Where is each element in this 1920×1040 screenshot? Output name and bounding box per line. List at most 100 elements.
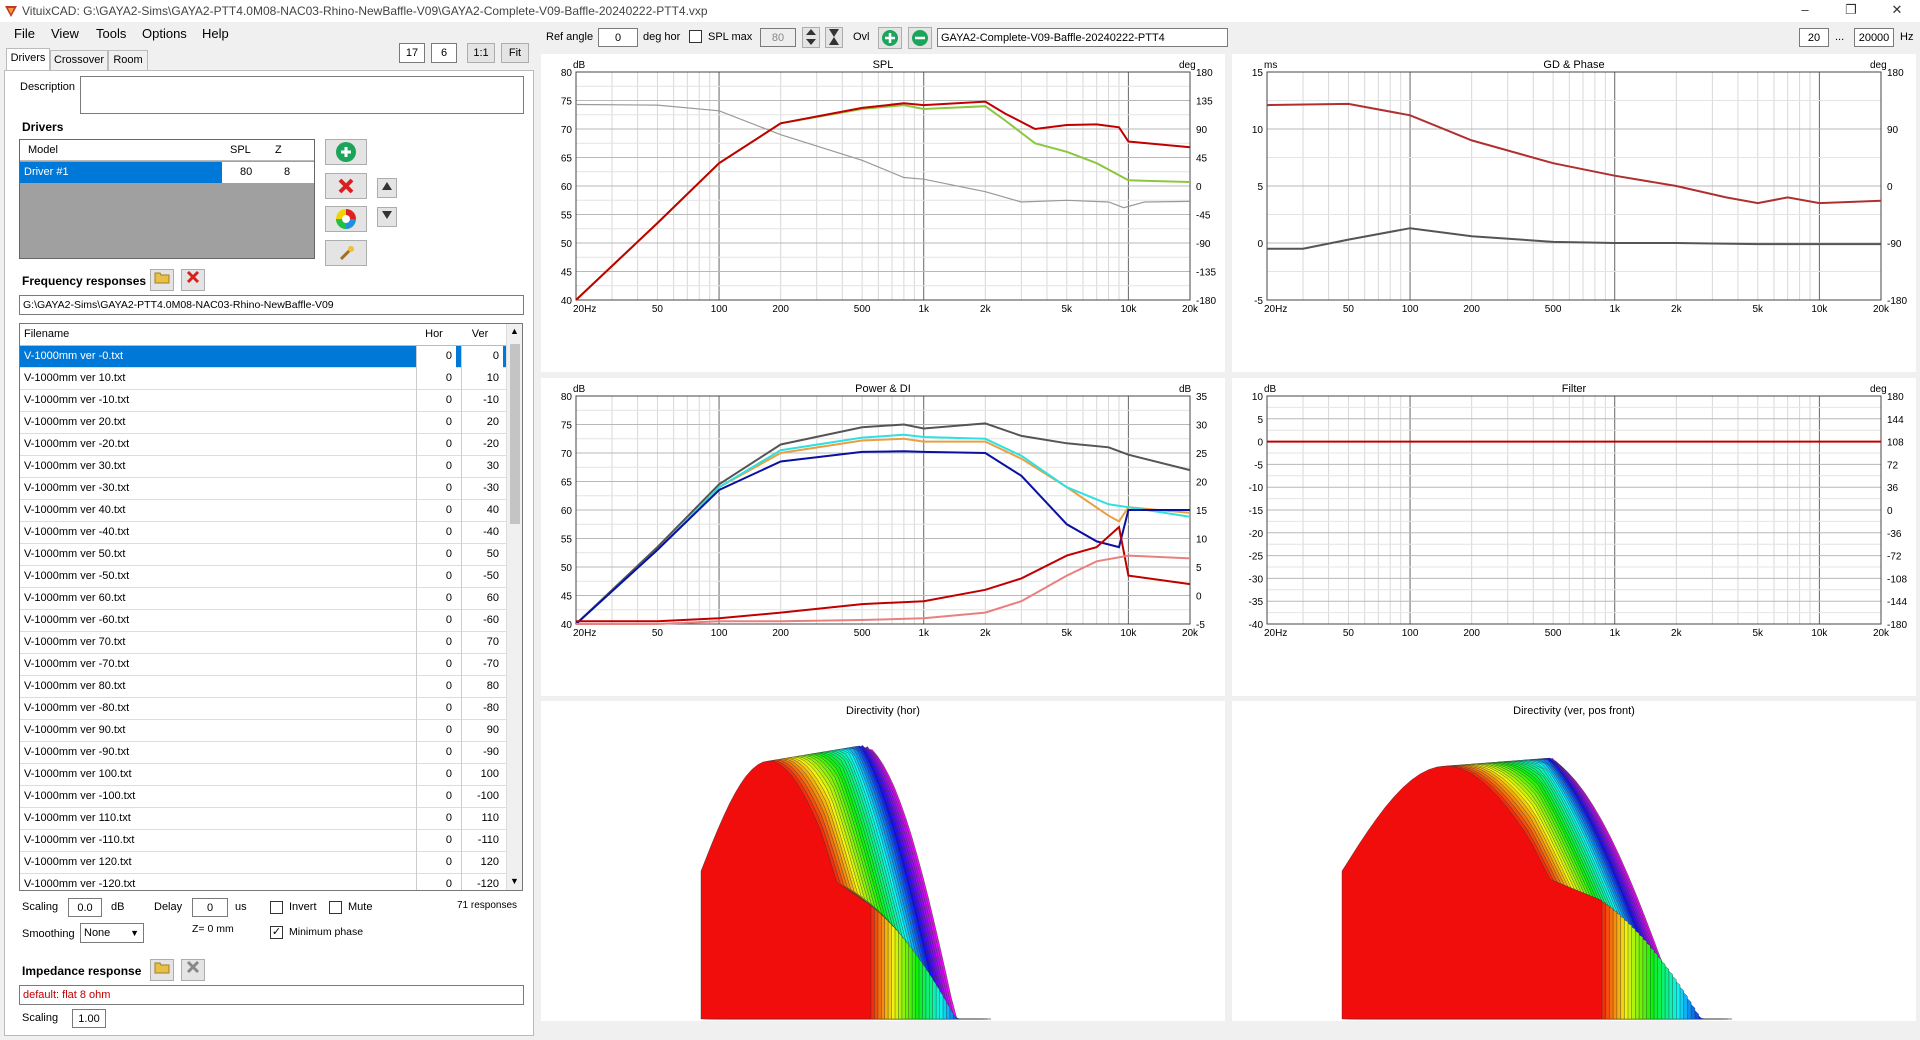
file-row[interactable]: V-1000mm ver 20.txt 0 20 [20, 412, 522, 434]
minimum-phase-checkbox[interactable]: ✓ [270, 926, 283, 939]
remove-impedance-button[interactable] [181, 959, 205, 981]
file-row[interactable]: V-1000mm ver 10.txt 0 10 [20, 368, 522, 390]
drivers-table[interactable]: Model SPL Z Driver #1 80 8 [19, 139, 315, 259]
file-row[interactable]: V-1000mm ver -50.txt 0 -50 [20, 566, 522, 588]
file-hor[interactable]: 0 [416, 346, 456, 368]
file-row[interactable]: V-1000mm ver -70.txt 0 -70 [20, 654, 522, 676]
file-hor[interactable]: 0 [416, 478, 456, 500]
file-hor[interactable]: 0 [416, 676, 456, 698]
scaling-input[interactable]: 0.0 [68, 898, 102, 917]
file-row[interactable]: V-1000mm ver 90.txt 0 90 [20, 720, 522, 742]
file-ver[interactable]: 40 [461, 500, 503, 522]
file-hor[interactable]: 0 [416, 632, 456, 654]
tab-drivers[interactable]: Drivers [6, 48, 50, 70]
tab-room[interactable]: Room [108, 50, 148, 70]
file-row[interactable]: V-1000mm ver 40.txt 0 40 [20, 500, 522, 522]
color-button[interactable] [325, 206, 367, 232]
tab-crossover[interactable]: Crossover [50, 50, 108, 70]
file-hor[interactable]: 0 [416, 566, 456, 588]
wand-button[interactable] [325, 240, 367, 266]
file-ver[interactable]: 10 [461, 368, 503, 390]
file-ver[interactable]: 80 [461, 676, 503, 698]
freq-files-table[interactable]: Filename Hor Ver V-1000mm ver -0.txt 0 0 V-… [19, 323, 523, 891]
file-hor[interactable]: 0 [416, 808, 456, 830]
file-ver[interactable]: 30 [461, 456, 503, 478]
file-ver[interactable]: -70 [461, 654, 503, 676]
file-hor[interactable]: 0 [416, 874, 456, 890]
files-scrollbar[interactable]: ▲ ▼ [506, 324, 522, 890]
impedance-scaling-input[interactable]: 1.00 [72, 1009, 106, 1028]
file-row[interactable]: V-1000mm ver 120.txt 0 120 [20, 852, 522, 874]
file-ver[interactable]: -30 [461, 478, 503, 500]
file-hor[interactable]: 0 [416, 764, 456, 786]
menu-help[interactable]: Help [202, 26, 229, 41]
driver-row[interactable]: Driver #1 80 8 [20, 162, 314, 183]
file-ver[interactable]: -80 [461, 698, 503, 720]
freq-min-input[interactable]: 20 [1799, 28, 1829, 47]
directivity-hor-plot[interactable] [541, 701, 1225, 1021]
ratio-button[interactable]: 1:1 [467, 43, 495, 63]
remove-freq-button[interactable] [181, 269, 205, 291]
spl-max-checkbox[interactable] [689, 30, 702, 43]
file-hor[interactable]: 0 [416, 390, 456, 412]
file-ver[interactable]: -50 [461, 566, 503, 588]
fit-button[interactable]: Fit [501, 43, 529, 63]
file-row[interactable]: V-1000mm ver 30.txt 0 30 [20, 456, 522, 478]
close-button[interactable]: ✕ [1874, 0, 1920, 22]
file-hor[interactable]: 0 [416, 610, 456, 632]
file-row[interactable]: V-1000mm ver -80.txt 0 -80 [20, 698, 522, 720]
file-ver[interactable]: 50 [461, 544, 503, 566]
file-row[interactable]: V-1000mm ver 70.txt 0 70 [20, 632, 522, 654]
file-row[interactable]: V-1000mm ver -120.txt 0 -120 [20, 874, 522, 890]
minimize-button[interactable]: – [1782, 0, 1828, 22]
file-hor[interactable]: 0 [416, 368, 456, 390]
add-driver-button[interactable] [325, 139, 367, 165]
file-row[interactable]: V-1000mm ver -60.txt 0 -60 [20, 610, 522, 632]
file-ver[interactable]: 90 [461, 720, 503, 742]
delay-input[interactable]: 0 [192, 898, 228, 917]
file-ver[interactable]: 120 [461, 852, 503, 874]
spl-max-input[interactable]: 80 [760, 28, 796, 47]
maximize-button[interactable]: ❐ [1828, 0, 1874, 22]
spl-stepper[interactable] [802, 27, 820, 48]
file-ver[interactable]: -60 [461, 610, 503, 632]
file-ver[interactable]: -120 [461, 874, 503, 890]
file-hor[interactable]: 0 [416, 434, 456, 456]
overlay-name-field[interactable]: GAYA2-Complete-V09-Baffle-20240222-PTT4 [937, 28, 1228, 47]
freq-path-field[interactable]: G:\GAYA2-Sims\GAYA2-PTT4.0M08-NAC03-Rhin… [19, 295, 524, 315]
file-hor[interactable]: 0 [416, 522, 456, 544]
ref-angle-input[interactable]: 0 [598, 28, 638, 47]
file-hor[interactable]: 0 [416, 742, 456, 764]
directivity-ver-plot[interactable] [1232, 701, 1916, 1021]
grid-b-input[interactable]: 6 [431, 43, 457, 63]
scroll-down-icon[interactable]: ▼ [510, 876, 519, 886]
file-ver[interactable]: 20 [461, 412, 503, 434]
file-row[interactable]: V-1000mm ver -40.txt 0 -40 [20, 522, 522, 544]
file-hor[interactable]: 0 [416, 412, 456, 434]
file-row[interactable]: V-1000mm ver -20.txt 0 -20 [20, 434, 522, 456]
file-row[interactable]: V-1000mm ver -90.txt 0 -90 [20, 742, 522, 764]
file-row[interactable]: V-1000mm ver 60.txt 0 60 [20, 588, 522, 610]
grid-a-input[interactable]: 17 [399, 43, 425, 63]
file-ver[interactable]: 100 [461, 764, 503, 786]
file-hor[interactable]: 0 [416, 544, 456, 566]
spl-chart[interactable]: SPL dB deg 80 75 70 65 60 55 50 45 40 180 135 90 45 0 -45… [541, 54, 1225, 372]
file-ver[interactable]: -40 [461, 522, 503, 544]
file-hor[interactable]: 0 [416, 698, 456, 720]
file-ver[interactable]: 0 [461, 346, 503, 368]
file-row[interactable]: V-1000mm ver -30.txt 0 -30 [20, 478, 522, 500]
menu-file[interactable]: File [14, 26, 35, 41]
file-row[interactable]: V-1000mm ver 110.txt 0 110 [20, 808, 522, 830]
file-ver[interactable]: -110 [461, 830, 503, 852]
smoothing-select[interactable]: None ▼ [80, 923, 144, 943]
file-hor[interactable]: 0 [416, 852, 456, 874]
file-ver[interactable]: -10 [461, 390, 503, 412]
scroll-up-icon[interactable]: ▲ [510, 326, 519, 336]
file-hor[interactable]: 0 [416, 720, 456, 742]
file-ver[interactable]: -20 [461, 434, 503, 456]
file-row[interactable]: V-1000mm ver -0.txt 0 0 [20, 346, 522, 368]
file-hor[interactable]: 0 [416, 500, 456, 522]
power-di-chart[interactable]: Power & DIdB dB80757065605550454035302520… [541, 378, 1225, 696]
menu-view[interactable]: View [51, 26, 79, 41]
file-ver[interactable]: -90 [461, 742, 503, 764]
